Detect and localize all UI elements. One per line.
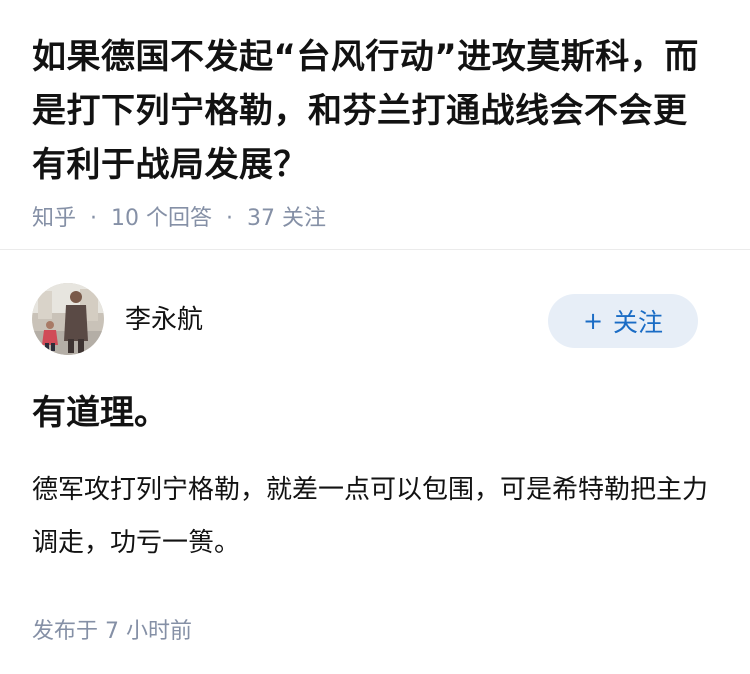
author-row: 李永航 + 关注 [32, 250, 718, 390]
meta-separator: · [226, 206, 234, 231]
answer-body: 德军攻打列宁格勒，就差一点可以包围，可是希特勒把主力调走，功亏一篑。 [32, 475, 709, 558]
source-label[interactable]: 知乎 [32, 204, 76, 234]
question-meta: 知乎 · 10 个回答 · 37 关注 [32, 204, 718, 234]
question-title[interactable]: 如果德国不发起“台风行动”进攻莫斯科，而是打下列宁格勒，和芬兰打通战线会不会更有… [32, 30, 718, 192]
avatar-photo-icon [32, 283, 104, 355]
answer-headline: 有道理。 [32, 393, 168, 433]
author-name[interactable]: 李永航 [125, 299, 203, 336]
meta-separator: · [90, 206, 98, 231]
question-header: 如果德国不发起“台风行动”进攻莫斯科，而是打下列宁格勒，和芬兰打通战线会不会更有… [0, 0, 750, 250]
followers-count[interactable]: 37 关注 [247, 204, 326, 234]
published-time: 发布于 7 小时前 [32, 619, 192, 644]
follow-button[interactable]: + 关注 [548, 294, 698, 348]
answer-card: 李永航 + 关注 有道理。 德军攻打列宁格勒，就差一点可以包围，可是希特勒把主力… [0, 250, 750, 645]
answers-count[interactable]: 10 个回答 [111, 204, 212, 234]
page: 如果德国不发起“台风行动”进攻莫斯科，而是打下列宁格勒，和芬兰打通战线会不会更有… [0, 0, 750, 674]
plus-icon: + [582, 307, 604, 335]
follow-label: 关注 [613, 308, 664, 337]
avatar[interactable] [32, 283, 104, 355]
